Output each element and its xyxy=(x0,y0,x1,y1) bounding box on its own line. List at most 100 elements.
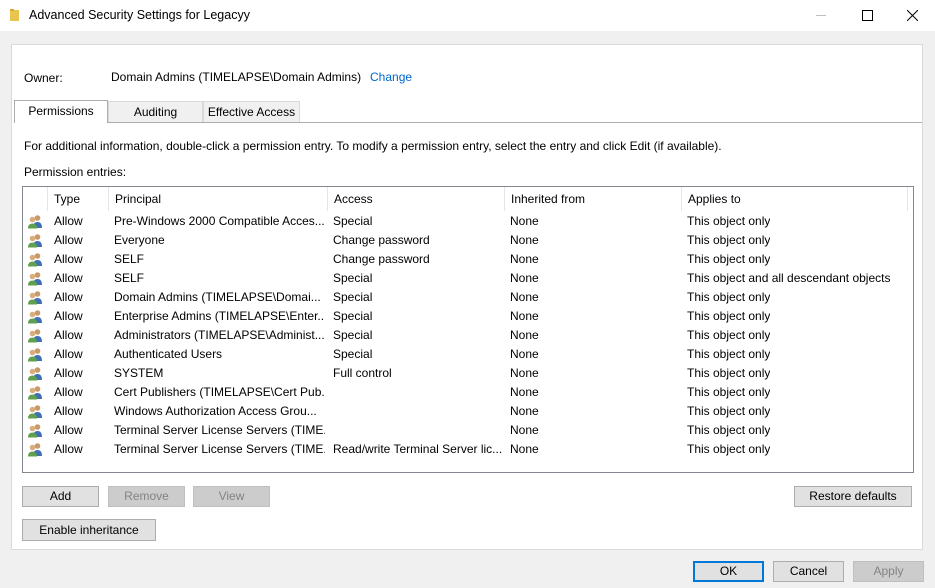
cell-principal: Pre-Windows 2000 Compatible Acces... xyxy=(114,214,325,228)
apply-button[interactable]: Apply xyxy=(853,561,924,582)
maximize-button[interactable] xyxy=(845,0,891,31)
table-row[interactable]: Allow Authenticated Users Special None This … xyxy=(23,345,913,364)
table-row[interactable]: Allow Domain Admins (TIMELAPSE\Domai... Sp… xyxy=(23,288,913,307)
table-row[interactable]: Allow Cert Publishers (TIMELAPSE\Cert Pub… xyxy=(23,383,913,402)
table-row[interactable]: Allow Terminal Server License Servers (TI… xyxy=(23,440,913,459)
cell-access: Special xyxy=(333,328,373,342)
cell-principal: Terminal Server License Servers (TIME... xyxy=(114,442,325,456)
cell-type: Allow xyxy=(54,404,83,418)
title-bar: Advanced Security Settings for Legacyy xyxy=(0,0,935,31)
cell-inherited: None xyxy=(510,423,539,437)
table-row[interactable]: Allow SYSTEM Full control None This object o… xyxy=(23,364,913,383)
column-type[interactable]: Type xyxy=(48,187,109,211)
table-row[interactable]: Allow Terminal Server License Servers (TI… xyxy=(23,421,913,440)
cell-applies: This object only xyxy=(687,385,771,399)
window-title: Advanced Security Settings for Legacyy xyxy=(29,8,250,22)
cell-inherited: None xyxy=(510,385,539,399)
cell-access xyxy=(333,402,503,421)
cell-principal: SELF xyxy=(114,271,145,285)
minimize-button[interactable] xyxy=(799,0,845,31)
tab-divider xyxy=(14,122,922,123)
cell-applies: This object only xyxy=(687,404,771,418)
tab-effective-access[interactable]: Effective Access xyxy=(203,101,300,122)
table-row[interactable]: Allow SELF Special None This object and all … xyxy=(23,269,913,288)
table-row[interactable]: Allow Windows Authorization Access Grou..… xyxy=(23,402,913,421)
user-group-icon xyxy=(28,386,42,400)
cell-applies: This object only xyxy=(687,366,771,380)
view-button[interactable]: View xyxy=(193,486,270,507)
restore-defaults-button[interactable]: Restore defaults xyxy=(794,486,912,507)
add-button[interactable]: Add xyxy=(22,486,99,507)
close-button[interactable] xyxy=(890,0,935,31)
user-group-icon xyxy=(28,329,42,343)
cell-applies: This object only xyxy=(687,214,771,228)
user-group-icon xyxy=(28,234,42,248)
user-group-icon xyxy=(28,348,42,362)
cell-type: Allow xyxy=(54,214,83,228)
column-principal[interactable]: Principal xyxy=(109,187,328,211)
user-group-icon xyxy=(28,215,42,229)
cell-principal: Enterprise Admins (TIMELAPSE\Enter... xyxy=(114,309,325,323)
folder-icon xyxy=(10,9,19,21)
cell-principal: Authenticated Users xyxy=(114,347,223,361)
cell-applies: This object only xyxy=(687,233,771,247)
cell-applies: This object only xyxy=(687,347,771,361)
cell-principal: Cert Publishers (TIMELAPSE\Cert Pub... xyxy=(114,385,325,399)
cell-access: Change password xyxy=(333,233,430,247)
user-group-icon xyxy=(28,272,42,286)
cell-access: Full control xyxy=(333,366,392,380)
table-row[interactable]: Allow Enterprise Admins (TIMELAPSE\Enter.… xyxy=(23,307,913,326)
cell-access xyxy=(333,421,503,440)
cell-inherited: None xyxy=(510,290,539,304)
cell-applies: This object and all descendant objects xyxy=(687,271,891,285)
cell-principal: Domain Admins (TIMELAPSE\Domai... xyxy=(114,290,321,304)
permission-entries-list[interactable]: Type Principal Access Inherited from App… xyxy=(22,186,914,473)
cell-principal: SYSTEM xyxy=(114,366,164,380)
cancel-button[interactable]: Cancel xyxy=(773,561,844,582)
cell-inherited: None xyxy=(510,252,539,266)
table-row[interactable]: Allow SELF Change password None This object … xyxy=(23,250,913,269)
table-row[interactable]: Allow Pre-Windows 2000 Compatible Acces..… xyxy=(23,212,913,231)
cell-type: Allow xyxy=(54,366,83,380)
minimize-icon xyxy=(816,15,826,16)
cell-applies: This object only xyxy=(687,328,771,342)
user-group-icon xyxy=(28,405,42,419)
cell-applies: This object only xyxy=(687,252,771,266)
column-access[interactable]: Access xyxy=(328,187,505,211)
cell-inherited: None xyxy=(510,366,539,380)
tab-strip: Permissions Auditing Effective Access xyxy=(14,100,922,123)
cell-type: Allow xyxy=(54,252,83,266)
permission-entries-label: Permission entries: xyxy=(24,165,127,179)
info-text: For additional information, double-click… xyxy=(24,139,722,153)
cell-access: Special xyxy=(333,347,373,361)
table-row[interactable]: Allow Everyone Change password None This obj… xyxy=(23,231,913,250)
user-group-icon xyxy=(28,291,42,305)
cell-access: Special xyxy=(333,309,373,323)
change-owner-link[interactable]: Change xyxy=(370,70,412,84)
cell-principal: SELF xyxy=(114,252,145,266)
cell-inherited: None xyxy=(510,271,539,285)
user-group-icon xyxy=(28,424,42,438)
user-group-icon xyxy=(28,443,42,457)
column-inherited-from[interactable]: Inherited from xyxy=(505,187,682,211)
tab-permissions[interactable]: Permissions xyxy=(14,100,108,123)
remove-button[interactable]: Remove xyxy=(108,486,185,507)
cell-type: Allow xyxy=(54,385,83,399)
cell-principal: Everyone xyxy=(114,233,165,247)
column-applies-to[interactable]: Applies to xyxy=(682,187,908,211)
column-icon xyxy=(23,187,48,211)
cell-principal: Windows Authorization Access Grou... xyxy=(114,404,317,418)
close-icon xyxy=(907,10,918,21)
user-group-icon xyxy=(28,253,42,267)
cell-principal: Administrators (TIMELAPSE\Administ... xyxy=(114,328,325,342)
cell-inherited: None xyxy=(510,214,539,228)
cell-access: Read/write Terminal Server lic... xyxy=(333,442,503,456)
table-row[interactable]: Allow Administrators (TIMELAPSE\Administ.… xyxy=(23,326,913,345)
cell-access xyxy=(333,383,503,402)
cell-type: Allow xyxy=(54,442,83,456)
ok-button[interactable]: OK xyxy=(693,561,764,582)
enable-inheritance-button[interactable]: Enable inheritance xyxy=(22,519,156,541)
cell-principal: Terminal Server License Servers (TIME... xyxy=(114,423,325,437)
cell-type: Allow xyxy=(54,423,83,437)
tab-auditing[interactable]: Auditing xyxy=(108,101,203,122)
